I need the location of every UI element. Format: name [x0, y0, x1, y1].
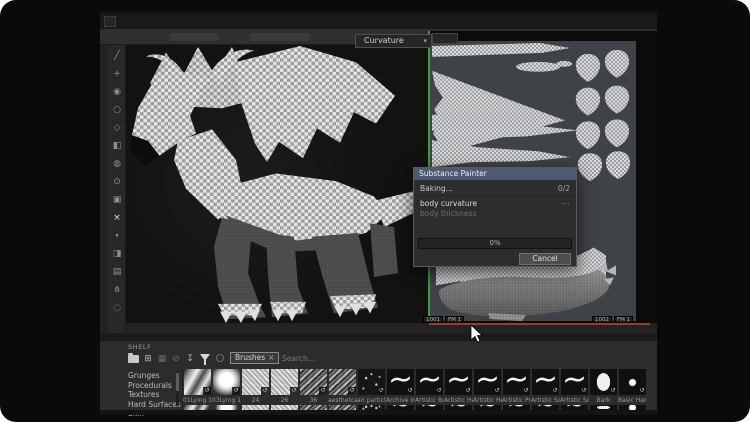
- shelf-item-label: 24: [241, 397, 270, 405]
- tool-icon-5[interactable]: ◇: [108, 121, 126, 135]
- search-input[interactable]: [280, 352, 390, 364]
- udim-id-badge: 1001: [423, 316, 443, 323]
- window-bottom-edge: [100, 410, 657, 415]
- baking-status-label: Baking...: [420, 184, 453, 193]
- shelf-item-label: Archive Inner: [386, 397, 415, 405]
- shelf-item-thumbnail[interactable]: [503, 369, 530, 395]
- category-procedurals[interactable]: Procedurals: [128, 381, 178, 391]
- shelf-item-thumbnail[interactable]: [329, 369, 356, 395]
- screen-frame: Curvature ▾ ╱ + ◉ ○ ◇ ◧ ◍ ⊙ ▣ × ∙ ◨ ▤ ⋔ …: [0, 0, 750, 422]
- chip-label: Brushes: [235, 353, 265, 362]
- shelf-item-thumbnail[interactable]: [590, 369, 617, 395]
- category-textures[interactable]: Textures: [128, 390, 178, 400]
- toolbar-button-group[interactable]: [250, 33, 310, 41]
- shelf-item-thumbnail[interactable]: [184, 369, 211, 395]
- chevron-down-icon: ▾: [423, 35, 427, 47]
- shelf-item-label: 01Lying 1: [183, 397, 212, 405]
- shelf-item-label: 36: [299, 397, 328, 405]
- tool-icon-13[interactable]: ▤: [108, 265, 126, 279]
- category-scrollbar[interactable]: [176, 371, 179, 405]
- grid-view-icon[interactable]: ▦: [156, 353, 168, 365]
- progress-bar: 0%: [418, 238, 572, 249]
- shelf-item-label: Artistic Brus..: [415, 397, 444, 405]
- shelf-item-thumbnail[interactable]: [619, 369, 646, 395]
- baker-item-body-curvature: body curvature: [420, 199, 477, 208]
- tool-icon-9[interactable]: ▣: [108, 193, 126, 207]
- shelf-item-label: Basic Hard: [618, 397, 647, 405]
- shelf-item-thumbnail[interactable]: [300, 369, 327, 395]
- tool-icon-1[interactable]: ╱: [108, 49, 126, 63]
- baking-counter: 0/2: [558, 184, 570, 193]
- folder-icon[interactable]: [128, 355, 139, 363]
- shelf-item-label: Bark: [589, 397, 618, 405]
- app-icon[interactable]: [104, 16, 116, 27]
- udim-id-badge: 1002: [592, 316, 612, 323]
- viewport-2d-control[interactable]: [432, 33, 458, 44]
- shelf-item-label: 03Lying 1: [212, 397, 241, 405]
- shelf-header: SHELF: [128, 343, 151, 351]
- dialog-separator: [414, 195, 576, 196]
- shelf-splitter[interactable]: [100, 333, 657, 341]
- shelf-item-thumbnail[interactable]: [358, 369, 385, 395]
- chip-close-icon[interactable]: ×: [268, 353, 274, 362]
- shelf-item-thumbnail[interactable]: [474, 369, 501, 395]
- tool-icon-8[interactable]: ⊙: [108, 175, 126, 189]
- cancel-button[interactable]: Cancel: [519, 253, 571, 265]
- shelf-item-thumbnail[interactable]: [561, 369, 588, 395]
- filter-icon[interactable]: [200, 354, 210, 361]
- tool-icon-4[interactable]: ○: [108, 103, 126, 117]
- tool-icon-7[interactable]: ◍: [108, 157, 126, 171]
- color-filter-icon[interactable]: [216, 354, 224, 362]
- substance-painter-window: Curvature ▾ ╱ + ◉ ○ ◇ ◧ ◍ ⊙ ▣ × ∙ ◨ ▤ ⋔ …: [100, 10, 657, 412]
- shelf-item-thumbnail[interactable]: [271, 369, 298, 395]
- add-resource-icon[interactable]: ⊞: [142, 353, 154, 365]
- shelf-item-label: aesthetcals..: [328, 397, 357, 405]
- shelf-item-label: Artistic Soft..: [531, 397, 560, 405]
- shelf-panel: SHELF ⊞ ▦ ⊘ ↧ Brushes× Grunges Procedura…: [100, 341, 657, 410]
- viewport-3d[interactable]: [126, 45, 428, 323]
- shelf-item-thumbnail[interactable]: [416, 369, 443, 395]
- tool-icon-12[interactable]: ◨: [108, 247, 126, 261]
- shelf-item-thumbnail[interactable]: [213, 369, 240, 395]
- tool-icon-6[interactable]: ◧: [108, 139, 126, 153]
- dragon-model: [126, 45, 428, 323]
- tool-icon-15[interactable]: ◌: [108, 301, 126, 315]
- shelf-item-label: Artistic Print: [502, 397, 531, 405]
- tool-icon-3[interactable]: ◉: [108, 85, 126, 99]
- shelf-item-thumbnail[interactable]: [242, 369, 269, 395]
- baker-item-body-thickness: body thickness: [420, 209, 476, 218]
- title-bar: [100, 13, 657, 29]
- tool-icon-11[interactable]: ∙: [108, 229, 126, 243]
- tool-icon-14[interactable]: ⋔: [108, 283, 126, 297]
- shelf-item-thumbnail[interactable]: [532, 369, 559, 395]
- shelf-item-label: 26: [270, 397, 299, 405]
- category-grunges[interactable]: Grunges: [128, 371, 178, 381]
- shelf-item-label: Artistic Soft..: [560, 397, 589, 405]
- import-resources-icon[interactable]: ↧: [184, 353, 196, 365]
- brushes-filter-chip[interactable]: Brushes×: [230, 352, 279, 364]
- baker-menu-icon[interactable]: …: [562, 197, 570, 206]
- hidden-resources-icon[interactable]: ⊘: [170, 353, 182, 365]
- shelf-item-thumbnail[interactable]: [445, 369, 472, 395]
- shelf-item-label: Artistic Hea..: [473, 397, 502, 405]
- channel-dropdown-value: Curvature: [364, 36, 404, 45]
- tool-icon-2[interactable]: +: [108, 67, 126, 81]
- shelf-item-label: air particles: [357, 397, 386, 405]
- shelf-toolbar: ⊞ ▦ ⊘ ↧ Brushes×: [100, 351, 657, 367]
- category-hard-surfaces[interactable]: Hard Surfaces: [128, 400, 178, 410]
- dialog-title: Substance Painter: [414, 168, 576, 180]
- mouse-cursor: [470, 324, 484, 343]
- uv-tile-label-1002: 1002 FM 1: [592, 316, 633, 323]
- baking-dialog: Substance Painter Baking... 0/2 body cur…: [413, 167, 577, 267]
- frame-badge: FM 1: [445, 316, 464, 323]
- uv-tile-label-1001: 1001 FM 1: [423, 316, 464, 323]
- tool-strip: ╱ + ◉ ○ ◇ ◧ ◍ ⊙ ▣ × ∙ ◨ ▤ ⋔ ◌: [108, 45, 126, 333]
- channel-dropdown[interactable]: Curvature ▾: [355, 34, 432, 48]
- frame-badge: FM 1: [614, 316, 633, 323]
- toolbar-button-group[interactable]: [170, 33, 218, 41]
- shelf-item-label: Artistic Hali..: [444, 397, 473, 405]
- shelf-item-thumbnail[interactable]: [387, 369, 414, 395]
- close-tool-icon[interactable]: ×: [108, 211, 126, 225]
